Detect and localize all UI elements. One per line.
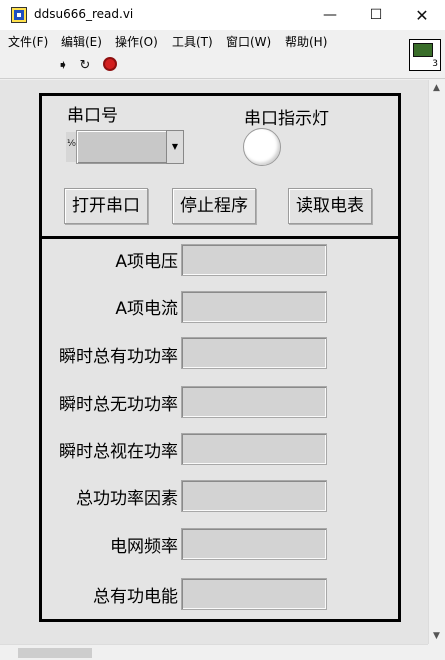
dropdown-arrow-icon[interactable]: ▼ bbox=[166, 130, 184, 164]
scroll-down-icon[interactable]: ▼ bbox=[433, 631, 440, 641]
apparent-power-display bbox=[181, 433, 327, 465]
horizontal-scrollbar[interactable] bbox=[0, 644, 428, 660]
close-button[interactable]: ✕ bbox=[399, 0, 445, 30]
maximize-button[interactable]: ☐ bbox=[353, 0, 399, 30]
grid-frequency-label: 电网频率 bbox=[110, 537, 178, 557]
run-continuously-icon[interactable]: ↻ bbox=[76, 57, 94, 75]
reactive-power-label: 瞬时总无功功率 bbox=[59, 395, 178, 415]
active-power-label: 瞬时总有功功率 bbox=[59, 347, 178, 367]
stop-program-button[interactable]: 停止程序 bbox=[172, 188, 256, 224]
read-meter-button[interactable]: 读取电表 bbox=[288, 188, 372, 224]
menu-file[interactable]: 文件(F) bbox=[8, 33, 48, 50]
grid-frequency-display bbox=[181, 528, 327, 560]
title-bar: ddsu666_read.vi — ☐ ✕ bbox=[0, 0, 445, 30]
power-factor-label: 总功功率因素 bbox=[76, 489, 178, 509]
scroll-up-icon[interactable]: ▲ bbox=[433, 83, 440, 93]
run-arrow-icon[interactable]: ➧ bbox=[54, 57, 72, 75]
minimize-button[interactable]: — bbox=[307, 0, 353, 30]
serial-indicator-led bbox=[243, 128, 281, 166]
menu-bar: 文件(F) 编辑(E) 操作(O) 工具(T) 窗口(W) 帮助(H) bbox=[0, 30, 445, 52]
vi-connector-icon[interactable]: 3 bbox=[409, 39, 441, 71]
vi-icon-screen bbox=[413, 43, 433, 57]
phase-a-current-display bbox=[181, 291, 327, 323]
active-power-display bbox=[181, 337, 327, 369]
vi-icon-badge: 3 bbox=[432, 59, 438, 69]
abort-icon[interactable] bbox=[103, 57, 117, 71]
phase-a-voltage-display bbox=[181, 244, 327, 276]
vertical-scrollbar[interactable]: ▲ ▼ bbox=[428, 80, 445, 644]
window-title: ddsu666_read.vi bbox=[34, 7, 134, 21]
serial-indicator-label: 串口指示灯 bbox=[244, 109, 329, 129]
phase-a-current-label: A项电流 bbox=[115, 299, 178, 319]
phase-a-voltage-label: A项电压 bbox=[115, 252, 178, 272]
menu-edit[interactable]: 编辑(E) bbox=[61, 33, 102, 50]
reactive-power-display bbox=[181, 386, 327, 418]
menu-operate[interactable]: 操作(O) bbox=[115, 33, 158, 50]
serial-port-label: 串口号 bbox=[67, 106, 118, 126]
menu-window[interactable]: 窗口(W) bbox=[226, 33, 271, 50]
labview-vi-icon bbox=[11, 7, 27, 23]
active-energy-display bbox=[181, 578, 327, 610]
serial-port-field[interactable] bbox=[76, 130, 168, 164]
toolbar: ➧ ↻ bbox=[0, 52, 445, 79]
active-energy-label: 总有功电能 bbox=[93, 587, 178, 607]
power-factor-display bbox=[181, 480, 327, 512]
apparent-power-label: 瞬时总视在功率 bbox=[59, 442, 178, 462]
menu-tools[interactable]: 工具(T) bbox=[172, 33, 213, 50]
horizontal-scroll-thumb[interactable] bbox=[18, 648, 92, 658]
open-serial-button[interactable]: 打开串口 bbox=[64, 188, 148, 224]
radix-indicator-icon: ⅟₀ bbox=[66, 132, 76, 162]
menu-help[interactable]: 帮助(H) bbox=[285, 33, 327, 50]
